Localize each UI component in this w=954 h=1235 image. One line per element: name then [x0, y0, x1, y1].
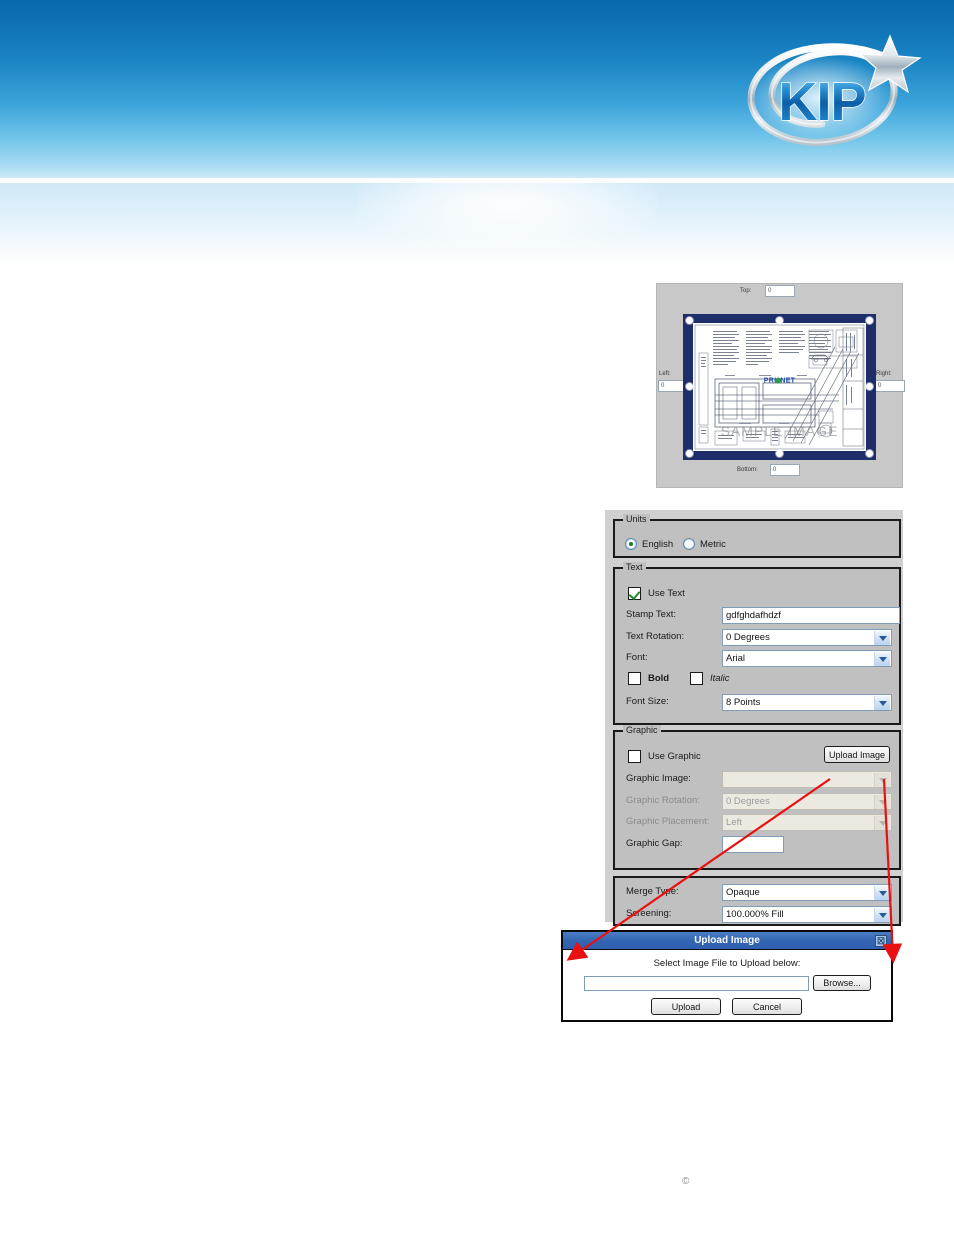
resize-handle-nw[interactable] — [686, 317, 693, 324]
chevron-down-icon[interactable] — [874, 886, 890, 900]
stamp-text-input[interactable]: gdfghdafhdzf — [722, 607, 900, 624]
stamp-text-label: Stamp Text: — [626, 609, 676, 620]
stamp-settings-form: Units English Metric Text Use Text Stamp… — [605, 510, 903, 926]
font-select[interactable]: Arial — [722, 650, 892, 667]
radio-units-metric[interactable] — [683, 538, 695, 550]
resize-handle-sw[interactable] — [686, 450, 693, 457]
drawing-logo: PRI NET — [763, 377, 796, 385]
preview-right-input[interactable]: 0 — [875, 380, 905, 392]
drawing-watermark: SAMPLE IMAGE — [720, 422, 839, 439]
screening-select[interactable]: 100.000% Fill — [722, 906, 892, 923]
checkbox-italic-label: Italic — [710, 673, 730, 684]
svg-text:KIP: KIP — [778, 72, 865, 132]
banner-fade — [0, 183, 954, 267]
upload-button[interactable]: Upload — [651, 998, 721, 1015]
graphic-rotation-value: 0 Degrees — [726, 796, 770, 807]
preview-bottom-label: Bottom: — [737, 467, 758, 473]
file-path-input[interactable] — [584, 976, 809, 991]
dialog-title: Upload Image — [694, 935, 760, 946]
graphic-group: Graphic Use Graphic Upload Image Graphic… — [613, 725, 901, 870]
chevron-down-icon[interactable] — [874, 631, 890, 645]
text-group: Text Use Text Stamp Text: gdfghdafhdzf T… — [613, 562, 901, 725]
checkbox-use-text-label: Use Text — [648, 588, 685, 599]
upload-image-button[interactable]: Upload Image — [824, 746, 890, 763]
stamp-preview-panel: Top: 0 Left: 0 Right: 0 Bottom: 0 PRI NE… — [656, 283, 905, 488]
resize-handle-w[interactable] — [686, 383, 693, 390]
preview-bottom-input[interactable]: 0 — [770, 464, 800, 476]
graphic-gap-input[interactable] — [722, 836, 784, 853]
merge-type-value: Opaque — [726, 887, 760, 898]
resize-handle-e[interactable] — [866, 383, 873, 390]
font-size-select[interactable]: 8 Points — [722, 694, 892, 711]
font-size-label: Font Size: — [626, 696, 669, 707]
preview-top-input[interactable]: 0 — [765, 285, 795, 297]
preview-drawing: PRI NET SAMPLE IMAGE — [693, 323, 866, 451]
screening-value: 100.000% Fill — [726, 909, 784, 920]
resize-handle-ne[interactable] — [866, 317, 873, 324]
font-label: Font: — [626, 652, 648, 663]
resize-handle-n[interactable] — [776, 317, 783, 324]
chevron-down-icon[interactable] — [874, 908, 890, 922]
dialog-instruction: Select Image File to Upload below: — [653, 958, 801, 969]
chevron-down-icon[interactable] — [874, 773, 890, 787]
merge-group: Merge Type: Opaque Screening: 100.000% F… — [613, 876, 901, 926]
graphic-image-label: Graphic Image: — [626, 773, 691, 784]
text-rotation-value: 0 Degrees — [726, 632, 770, 643]
preview-top-label: Top: — [740, 288, 752, 294]
resize-handle-se[interactable] — [866, 450, 873, 457]
font-value: Arial — [726, 653, 746, 664]
close-icon[interactable]: ☒ — [875, 935, 887, 947]
checkbox-use-graphic[interactable] — [628, 750, 641, 763]
checkbox-bold[interactable] — [628, 672, 641, 685]
graphic-image-select[interactable] — [722, 771, 892, 788]
preview-right-label: Right: — [876, 371, 892, 377]
kip-logo: KIP — [738, 28, 928, 158]
graphic-placement-value: Left — [726, 817, 742, 828]
cancel-button[interactable]: Cancel — [732, 998, 802, 1015]
screening-label: Screening: — [626, 908, 672, 919]
chevron-down-icon[interactable] — [874, 696, 890, 710]
checkbox-italic[interactable] — [690, 672, 703, 685]
radio-units-english-label: English — [642, 539, 674, 550]
preview-frame-wrap: PRI NET SAMPLE IMAGE — [683, 314, 876, 460]
footer-copyright: © — [682, 1176, 690, 1187]
units-legend: Units — [623, 514, 650, 524]
checkbox-use-graphic-label: Use Graphic — [648, 751, 701, 762]
text-legend: Text — [623, 562, 646, 572]
resize-handle-s[interactable] — [776, 450, 783, 457]
checkbox-use-text[interactable] — [628, 587, 641, 600]
radio-units-english[interactable] — [625, 538, 637, 550]
graphic-gap-label: Graphic Gap: — [626, 838, 683, 849]
merge-type-select[interactable]: Opaque — [722, 884, 892, 901]
radio-units-metric-label: Metric — [700, 539, 726, 550]
text-rotation-select[interactable]: 0 Degrees — [722, 629, 892, 646]
graphic-placement-select: Left — [722, 814, 892, 831]
preview-image-frame: PRI NET SAMPLE IMAGE — [683, 314, 876, 460]
font-size-value: 8 Points — [726, 697, 761, 708]
merge-type-label: Merge Type: — [626, 886, 679, 897]
text-rotation-label: Text Rotation: — [626, 631, 685, 642]
chevron-down-icon[interactable] — [874, 652, 890, 666]
graphic-placement-label: Graphic Placement: — [626, 816, 710, 827]
graphic-rotation-select: 0 Degrees — [722, 793, 892, 810]
chevron-down-icon — [874, 816, 890, 830]
graphic-rotation-label: Graphic Rotation: — [626, 795, 700, 806]
graphic-legend: Graphic — [623, 725, 661, 735]
browse-button[interactable]: Browse... — [813, 975, 871, 991]
chevron-down-icon — [874, 795, 890, 809]
preview-left-label: Left: — [659, 371, 671, 377]
upload-image-dialog: Upload Image ☒ Select Image File to Uplo… — [561, 930, 893, 1022]
checkbox-bold-label: Bold — [648, 673, 670, 684]
units-group: Units English Metric — [613, 514, 901, 558]
